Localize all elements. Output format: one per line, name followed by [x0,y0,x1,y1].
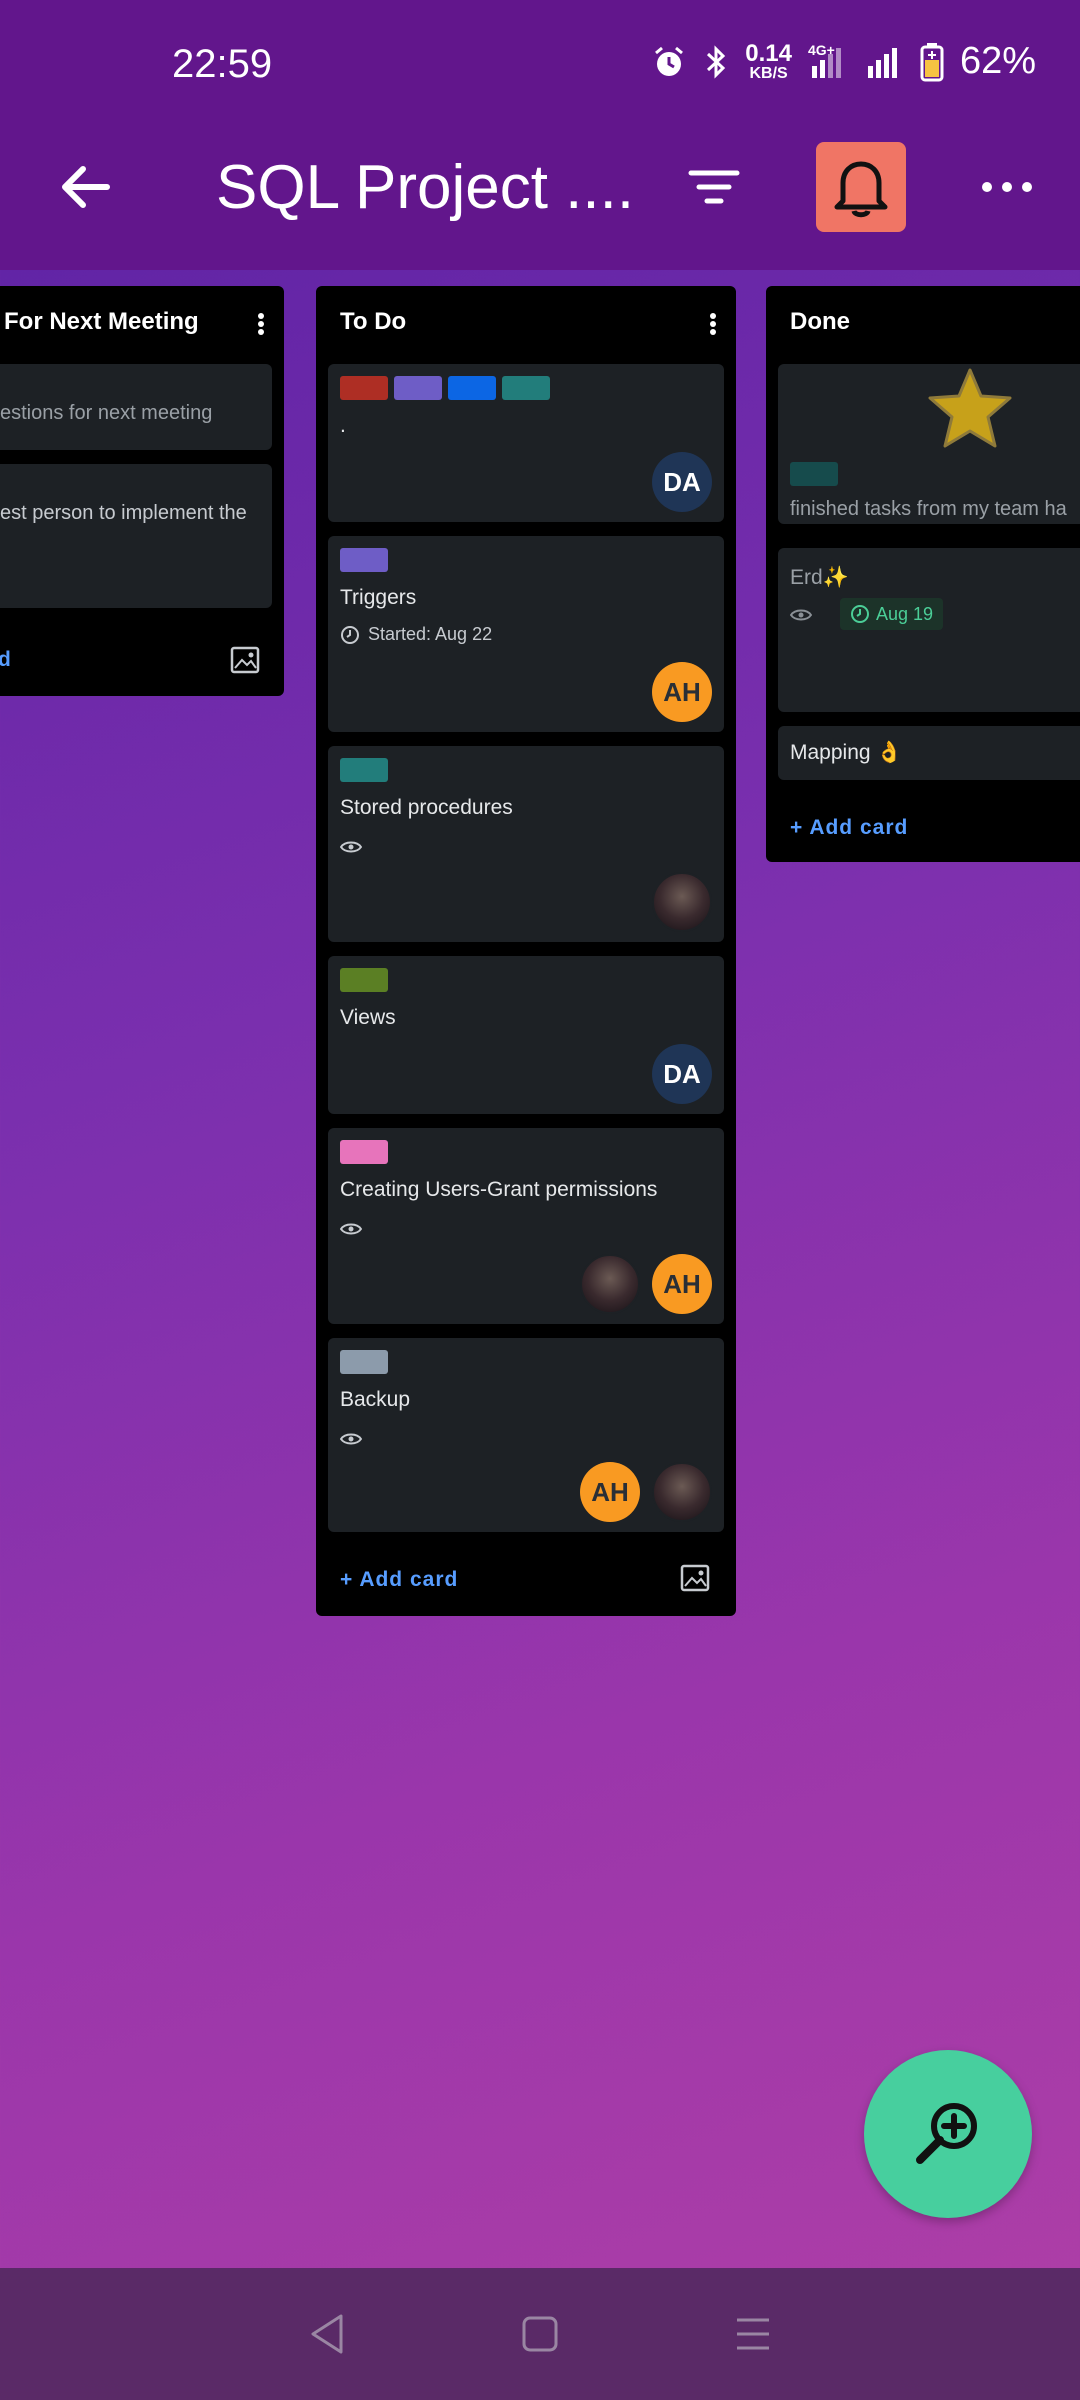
avatar-photo [580,1254,640,1314]
back-triangle-icon[interactable] [307,2312,347,2356]
bell-icon [834,161,888,218]
card[interactable]: estions for next meeting [0,364,272,450]
card[interactable]: Erd✨ Aug 19 [778,548,1080,712]
bluetooth-icon [707,44,726,79]
filter-button[interactable] [672,150,756,224]
card-labels [790,462,838,486]
card-title: Creating Users-Grant permissions [340,1178,658,1201]
arrow-left-icon [62,166,110,208]
avatar: AH [652,662,712,722]
start-date-badge: Started: Aug 22 [340,624,492,645]
clock-icon [851,605,869,623]
card-labels [340,1140,388,1164]
list-title: Done [790,308,850,335]
card[interactable]: . DA [328,364,724,522]
avatar: AH [652,1254,712,1314]
card[interactable]: Mapping 👌 [778,726,1080,780]
card-title: estions for next meeting [0,402,213,424]
battery-icon [920,42,944,81]
signal-icon [867,47,897,78]
card-labels [340,758,388,782]
zoom-in-icon [916,2103,977,2164]
add-card-button[interactable]: + Add card [790,816,908,840]
card-labels [340,548,388,572]
card-title: Erd✨ [790,566,849,589]
card[interactable]: Backup AH [328,1338,724,1532]
label-pink [340,1140,388,1164]
status-time: 22:59 [172,42,273,86]
label-red [340,376,388,400]
notifications-button[interactable] [816,142,906,232]
card[interactable]: Creating Users-Grant permissions AH [328,1128,724,1324]
more-horizontal-icon [982,182,1032,192]
card[interactable]: est person to implement the [0,464,272,608]
menu-lines-icon[interactable] [733,2314,773,2354]
list-for-next-meeting: For Next Meeting estions for next meetin… [0,286,284,696]
watch-icon [340,841,362,853]
zoom-fab-button[interactable] [864,2050,1032,2218]
label-blue [448,376,496,400]
battery-percent: 62% [959,40,1036,82]
due-date-badge: Aug 19 [840,598,944,630]
more-options-button[interactable] [962,150,1052,224]
list-menu-button[interactable] [246,304,276,344]
system-nav-bar [0,2268,1080,2400]
alarm-icon [655,46,684,76]
label-gray [340,1350,388,1374]
card-title: . [340,414,346,437]
watch-icon [340,1433,362,1445]
card[interactable]: Views DA [328,956,724,1114]
card-labels [340,1350,388,1374]
card-labels [340,968,388,992]
card-title: Triggers [340,586,417,609]
card-labels [340,376,550,400]
avatar-photo [652,1462,712,1522]
card-title: finished tasks from my team ha [790,498,1067,520]
card-title: Stored procedures [340,796,513,819]
label-green [340,968,388,992]
card-title: Backup [340,1388,411,1411]
due-date-text: Aug 19 [876,603,934,624]
label-purple [340,548,388,572]
avatar: DA [652,452,712,512]
avatar: AH [580,1462,640,1522]
watch-icon [340,1223,362,1235]
status-icons: 0.14 KB/S 4G+ 62% [651,40,1036,83]
signal-4g-icon: 4G+ [808,42,848,80]
top-bar: 22:59 0.14 KB/S 4G+ 62% SQL Project .... [0,0,1080,270]
card[interactable]: Triggers Started: Aug 22 AH [328,536,724,732]
watch-icon [790,609,812,621]
filter-icon [688,170,740,204]
more-vertical-icon [258,313,264,335]
list-done: Done finished tasks from my team ha Erd✨… [766,286,1080,862]
card-title: Views [340,1006,396,1029]
star-icon [928,368,1012,448]
image-icon[interactable] [230,646,260,674]
card[interactable]: finished tasks from my team ha [778,364,1080,524]
list-title: To Do [340,308,407,335]
more-vertical-icon [710,313,716,335]
image-icon[interactable] [680,1564,710,1592]
list-menu-button[interactable] [698,304,728,344]
list-title: For Next Meeting [4,308,199,335]
avatar: DA [652,1044,712,1104]
label-teal [502,376,550,400]
card[interactable]: Stored procedures [328,746,724,942]
card-title: Mapping 👌 [790,741,903,764]
label-teal [340,758,388,782]
board-title: SQL Project .... [216,153,635,222]
net-speed: 0.14 KB/S [745,39,792,82]
start-date-text: Started: Aug 22 [368,624,493,644]
back-button[interactable] [40,150,130,224]
avatar-photo [652,872,712,932]
clock-icon [341,625,359,644]
add-card-button[interactable]: d [0,648,12,672]
home-square-icon[interactable] [520,2314,560,2354]
label-purple [394,376,442,400]
label-dark-teal [790,462,838,486]
list-to-do: To Do . DA Triggers Started: Aug 22 AH S… [316,286,736,1616]
add-card-button[interactable]: + Add card [340,1568,458,1592]
card-title: est person to implement the [0,502,247,524]
